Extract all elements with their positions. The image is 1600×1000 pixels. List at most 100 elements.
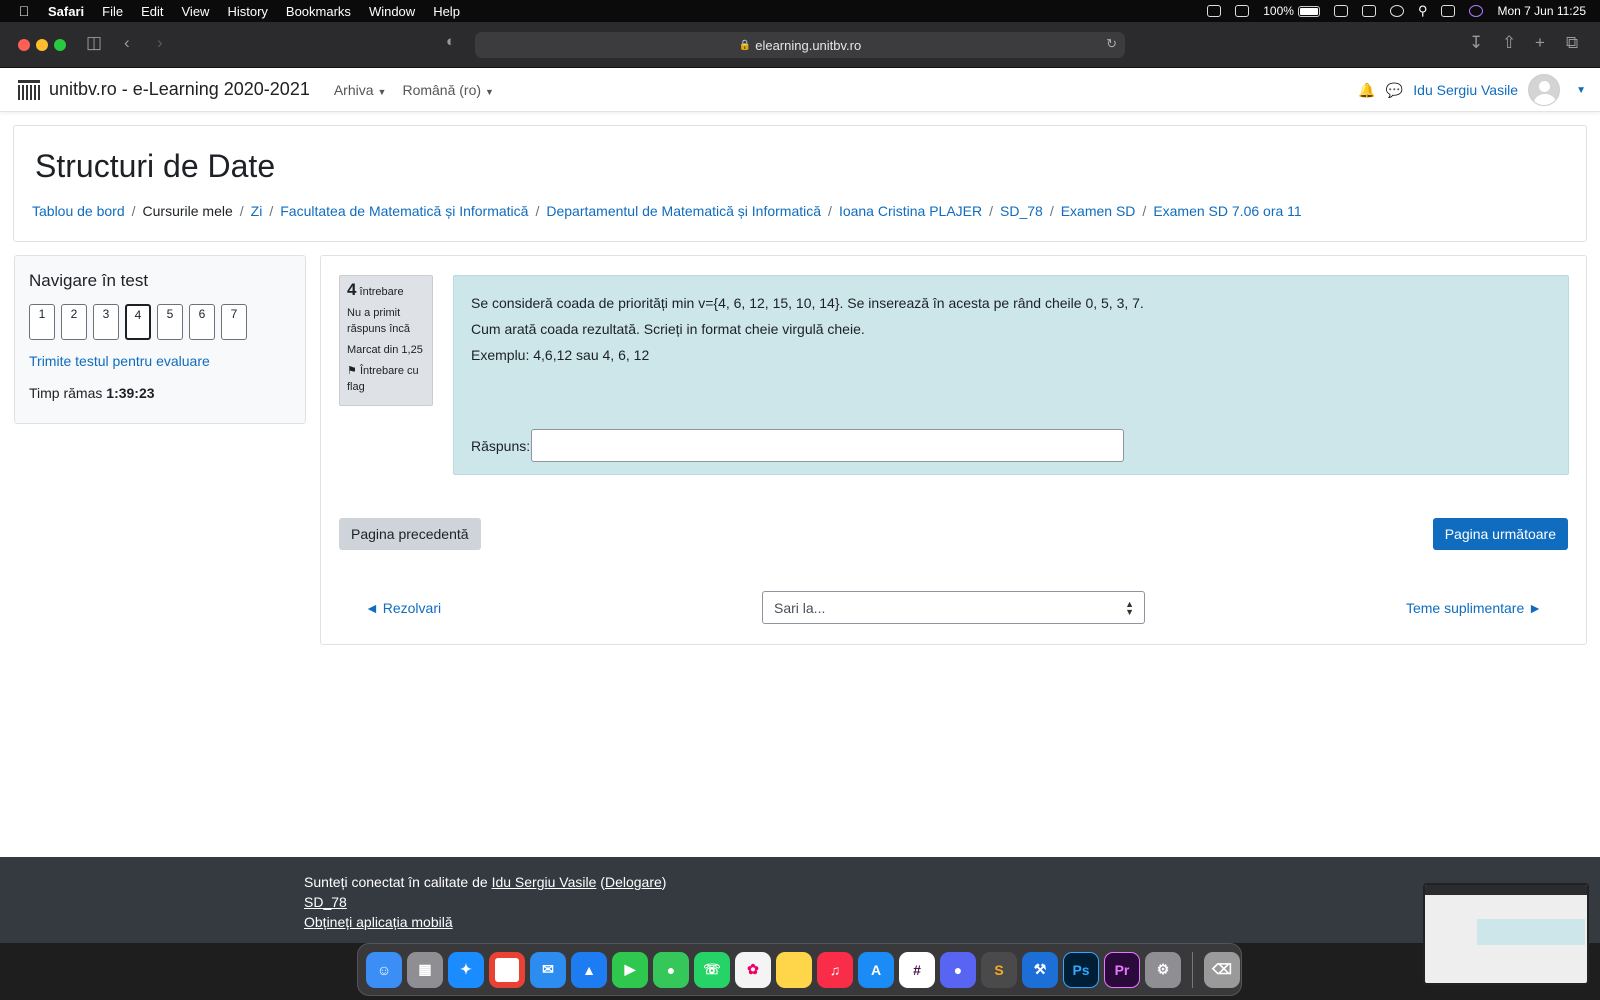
footer-user-link[interactable]: Idu Sergiu Vasile — [492, 874, 597, 890]
question-button-4[interactable]: 4 — [125, 304, 151, 340]
archive-menu[interactable]: Arhiva ▼ — [334, 82, 387, 98]
zoom-window-button[interactable] — [54, 39, 66, 51]
messages-icon[interactable]: 💬 — [1386, 82, 1403, 99]
user-switch-icon[interactable] — [1389, 5, 1404, 17]
lock-icon: 🔒 — [738, 39, 752, 51]
menu-file[interactable]: File — [102, 4, 123, 19]
breadcrumb-teacher[interactable]: Ioana Cristina PLAJER — [839, 203, 982, 219]
question-button-7[interactable]: 7 — [221, 304, 247, 340]
siri-icon[interactable] — [1469, 5, 1484, 17]
menu-window[interactable]: Window — [369, 4, 415, 19]
avatar[interactable] — [1528, 74, 1561, 106]
breadcrumb-section[interactable]: Examen SD — [1061, 203, 1136, 219]
screenshot-thumbnail[interactable] — [1423, 883, 1589, 985]
chrome-icon[interactable] — [489, 951, 525, 988]
breadcrumb-quiz[interactable]: Examen SD 7.06 ora 11 — [1153, 203, 1301, 219]
notes-icon[interactable] — [776, 951, 812, 988]
sublime-text-icon[interactable]: S — [981, 951, 1017, 988]
previous-page-button[interactable]: Pagina precedentă — [339, 518, 481, 550]
flag-question-toggle[interactable]: ⚑ Întrebare cu flag — [347, 363, 425, 395]
site-name-link[interactable]: unitbv.ro - e-Learning 2020-2021 — [49, 79, 310, 100]
notifications-bell-icon[interactable]: 🔔 — [1358, 82, 1375, 99]
whatsapp-icon[interactable]: ☏ — [694, 951, 730, 988]
system-preferences-icon[interactable]: ⚙ — [1145, 951, 1181, 988]
question-button-2[interactable]: 2 — [61, 304, 87, 340]
facetime-icon[interactable]: ▶ — [612, 951, 648, 988]
menu-app-name[interactable]: Safari — [48, 4, 84, 19]
menu-help[interactable]: Help — [433, 4, 460, 19]
logout-link[interactable]: Delogare — [605, 874, 662, 890]
new-tab-icon[interactable]: + — [1535, 33, 1545, 53]
maps-icon[interactable]: ▲ — [571, 951, 607, 988]
breadcrumb-faculty[interactable]: Facultatea de Matematică și Informatică — [280, 203, 528, 219]
share-icon[interactable]: ⇧ — [1502, 33, 1516, 53]
question-button-6[interactable]: 6 — [189, 304, 215, 340]
site-logo-icon[interactable] — [18, 79, 40, 100]
launchpad-icon[interactable]: ▦ — [407, 951, 443, 988]
select-arrows-icon: ▲ ▼ — [1125, 599, 1134, 617]
next-activity-link[interactable]: Teme suplimentare ► — [1406, 600, 1542, 616]
app-store-icon[interactable]: A — [858, 951, 894, 988]
battery-status[interactable]: 100% — [1263, 4, 1320, 18]
mobile-app-link[interactable]: Obțineți aplicația mobilă — [304, 914, 453, 930]
language-menu[interactable]: Română (ro) ▼ — [402, 82, 494, 98]
menu-clock[interactable]: Mon 7 Jun 11:25 — [1497, 4, 1586, 18]
safari-icon[interactable]: ✦ — [448, 951, 484, 988]
widget-icon[interactable] — [1235, 5, 1250, 17]
question-status: Nu a primit răspuns încă — [347, 307, 410, 335]
forward-icon[interactable]: › — [157, 33, 163, 53]
submit-quiz-link[interactable]: Trimite testul pentru evaluare — [29, 353, 210, 369]
reload-icon[interactable]: ↻ — [1106, 36, 1117, 52]
question-button-1[interactable]: 1 — [29, 304, 55, 340]
back-icon[interactable]: ‹ — [124, 33, 130, 53]
apple-icon[interactable]:  — [0, 3, 48, 19]
messages-app-icon[interactable]: ● — [653, 951, 689, 988]
downloads-icon[interactable]: ↧ — [1469, 33, 1483, 53]
address-bar[interactable]: 🔒 elearning.unitbv.ro ↻ — [475, 32, 1125, 58]
breadcrumb-dashboard[interactable]: Tablou de bord — [32, 203, 125, 219]
breadcrumb-separator: / — [1049, 203, 1054, 219]
finder-icon[interactable]: ☺ — [366, 951, 402, 988]
premiere-icon[interactable]: Pr — [1104, 951, 1140, 988]
jump-to-selected: Sari la... — [774, 600, 826, 616]
menu-history[interactable]: History — [227, 4, 267, 19]
photos-icon[interactable]: ✿ — [735, 951, 771, 988]
previous-activity-link[interactable]: ◄ Rezolvari — [365, 600, 441, 616]
music-icon[interactable]: ♫ — [817, 951, 853, 988]
slack-icon[interactable]: # — [899, 951, 935, 988]
spotlight-search-icon[interactable]: ⚲ — [1418, 3, 1428, 19]
footer-course-link[interactable]: SD_78 — [304, 894, 347, 910]
answer-input[interactable] — [531, 429, 1124, 462]
discord-icon[interactable]: ● — [940, 951, 976, 988]
question-button-3[interactable]: 3 — [93, 304, 119, 340]
breadcrumb-course[interactable]: SD_78 — [1000, 203, 1043, 219]
question-button-5[interactable]: 5 — [157, 304, 183, 340]
next-page-button[interactable]: Pagina următoare — [1432, 518, 1568, 550]
user-menu-name[interactable]: Idu Sergiu Vasile — [1413, 82, 1518, 98]
screen-mirroring-icon[interactable] — [1361, 5, 1376, 17]
breadcrumb-separator: / — [1142, 203, 1147, 219]
question-number: 4 — [347, 280, 357, 299]
input-source-icon[interactable] — [1333, 5, 1348, 17]
photoshop-icon[interactable]: Ps — [1063, 951, 1099, 988]
user-menu-caret-icon[interactable]: ▼ — [1576, 85, 1586, 96]
sidebar-toggle-icon[interactable]: ◫ — [86, 33, 102, 53]
menu-view[interactable]: View — [182, 4, 210, 19]
close-window-button[interactable] — [18, 39, 30, 51]
creative-cloud-icon[interactable] — [1207, 5, 1222, 17]
tab-overview-icon[interactable]: ⧉ — [1566, 33, 1578, 53]
menu-edit[interactable]: Edit — [141, 4, 163, 19]
caret-down-icon: ▼ — [485, 86, 494, 97]
menu-bookmarks[interactable]: Bookmarks — [286, 4, 351, 19]
privacy-shield-icon[interactable]: ◐ — [446, 33, 455, 50]
breadcrumb-zi[interactable]: Zi — [251, 203, 263, 219]
mail-icon[interactable]: ✉ — [530, 951, 566, 988]
control-center-icon[interactable] — [1441, 5, 1456, 17]
jump-to-select[interactable]: Sari la... ▲ ▼ — [762, 591, 1145, 624]
breadcrumb-my-courses: Cursurile mele — [142, 203, 233, 219]
trash-icon[interactable]: ⌫ — [1204, 951, 1240, 988]
breadcrumb-department[interactable]: Departamentul de Matematică și Informati… — [546, 203, 821, 219]
minimize-window-button[interactable] — [36, 39, 48, 51]
xcode-icon[interactable]: ⚒ — [1022, 951, 1058, 988]
url-text: elearning.unitbv.ro — [755, 37, 862, 53]
